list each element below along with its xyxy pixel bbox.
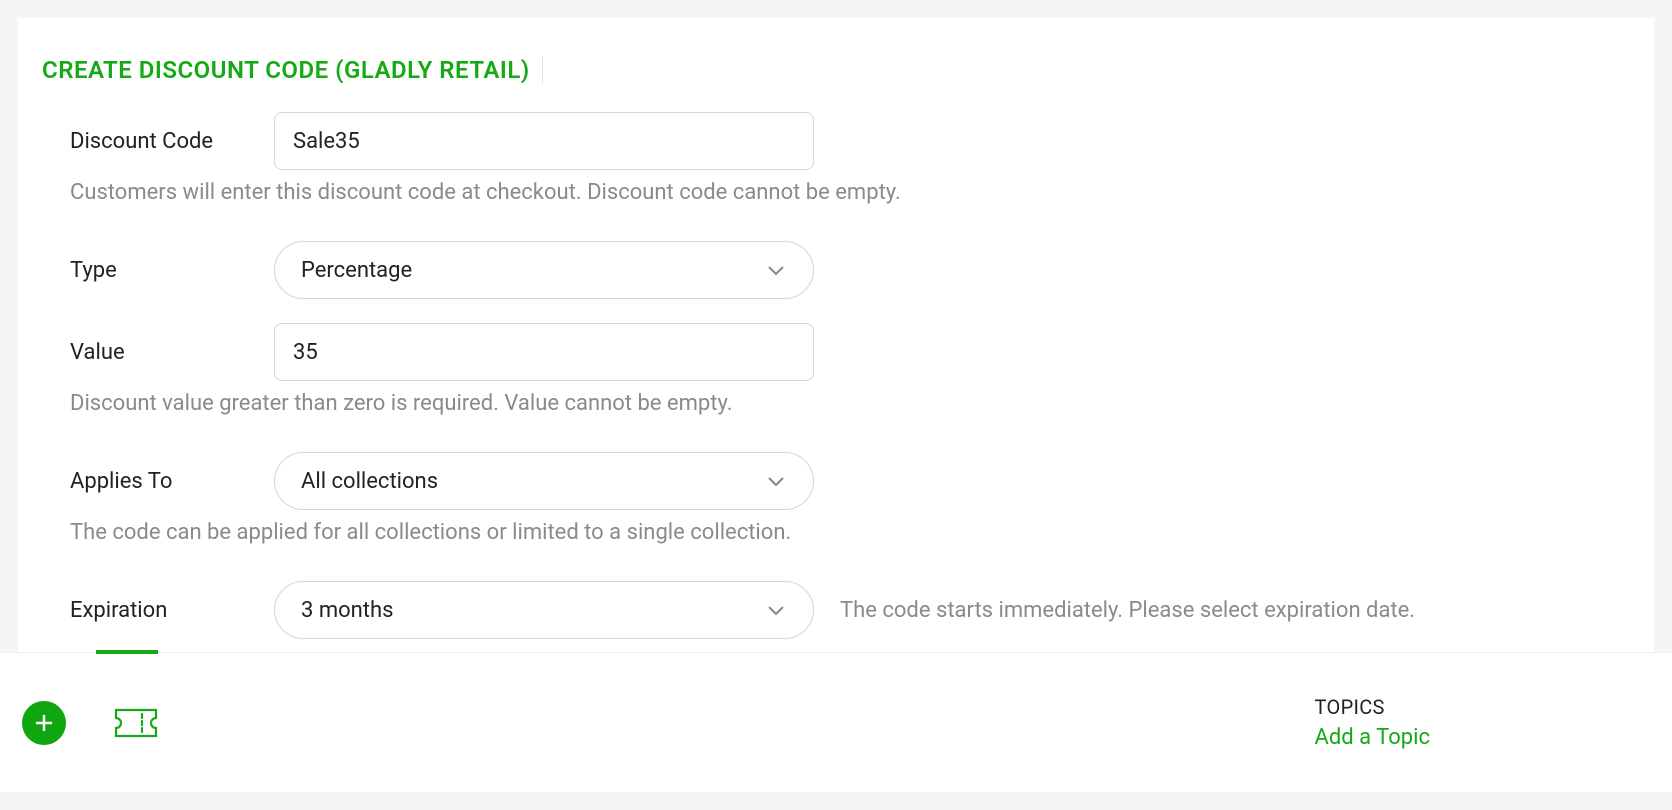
chevron-down-icon bbox=[765, 259, 787, 281]
help-expiration: The code starts immediately. Please sele… bbox=[840, 598, 1415, 623]
select-expiration[interactable]: 3 months bbox=[274, 581, 814, 639]
chevron-down-icon bbox=[765, 599, 787, 621]
row-discount-code: Discount Code bbox=[42, 112, 1630, 170]
select-applies-to[interactable]: All collections bbox=[274, 452, 814, 510]
card-title: CREATE DISCOUNT CODE (GLADLY RETAIL) bbox=[42, 56, 543, 84]
chevron-down-icon bbox=[765, 470, 787, 492]
label-type: Type bbox=[42, 258, 274, 283]
label-value: Value bbox=[42, 340, 274, 365]
topics-heading: TOPICS bbox=[1315, 695, 1430, 719]
help-value: Discount value greater than zero is requ… bbox=[42, 391, 1630, 416]
discount-form-card: CREATE DISCOUNT CODE (GLADLY RETAIL) Dis… bbox=[18, 18, 1654, 652]
help-applies-to: The code can be applied for all collecti… bbox=[42, 520, 1630, 545]
active-tab-indicator bbox=[96, 650, 158, 654]
row-value: Value bbox=[42, 323, 1630, 381]
ticket-tab[interactable] bbox=[114, 708, 158, 738]
select-applies-to-value: All collections bbox=[301, 469, 438, 494]
ticket-icon bbox=[114, 708, 158, 738]
row-applies-to: Applies To All collections bbox=[42, 452, 1630, 510]
input-value[interactable] bbox=[274, 323, 814, 381]
select-expiration-value: 3 months bbox=[301, 598, 393, 623]
select-type-value: Percentage bbox=[301, 258, 412, 283]
row-expiration: Expiration 3 months The code starts imme… bbox=[42, 581, 1630, 639]
label-expiration: Expiration bbox=[42, 598, 274, 623]
input-discount-code[interactable] bbox=[274, 112, 814, 170]
label-applies-to: Applies To bbox=[42, 469, 274, 494]
label-discount-code: Discount Code bbox=[42, 129, 274, 154]
add-button[interactable] bbox=[22, 701, 66, 745]
help-discount-code: Customers will enter this discount code … bbox=[42, 180, 1630, 205]
topics-block: TOPICS Add a Topic bbox=[1315, 695, 1430, 750]
add-topic-link[interactable]: Add a Topic bbox=[1315, 725, 1430, 750]
bottom-bar: TOPICS Add a Topic bbox=[0, 652, 1672, 792]
row-type: Type Percentage bbox=[42, 241, 1630, 299]
select-type[interactable]: Percentage bbox=[274, 241, 814, 299]
plus-icon bbox=[33, 712, 55, 734]
